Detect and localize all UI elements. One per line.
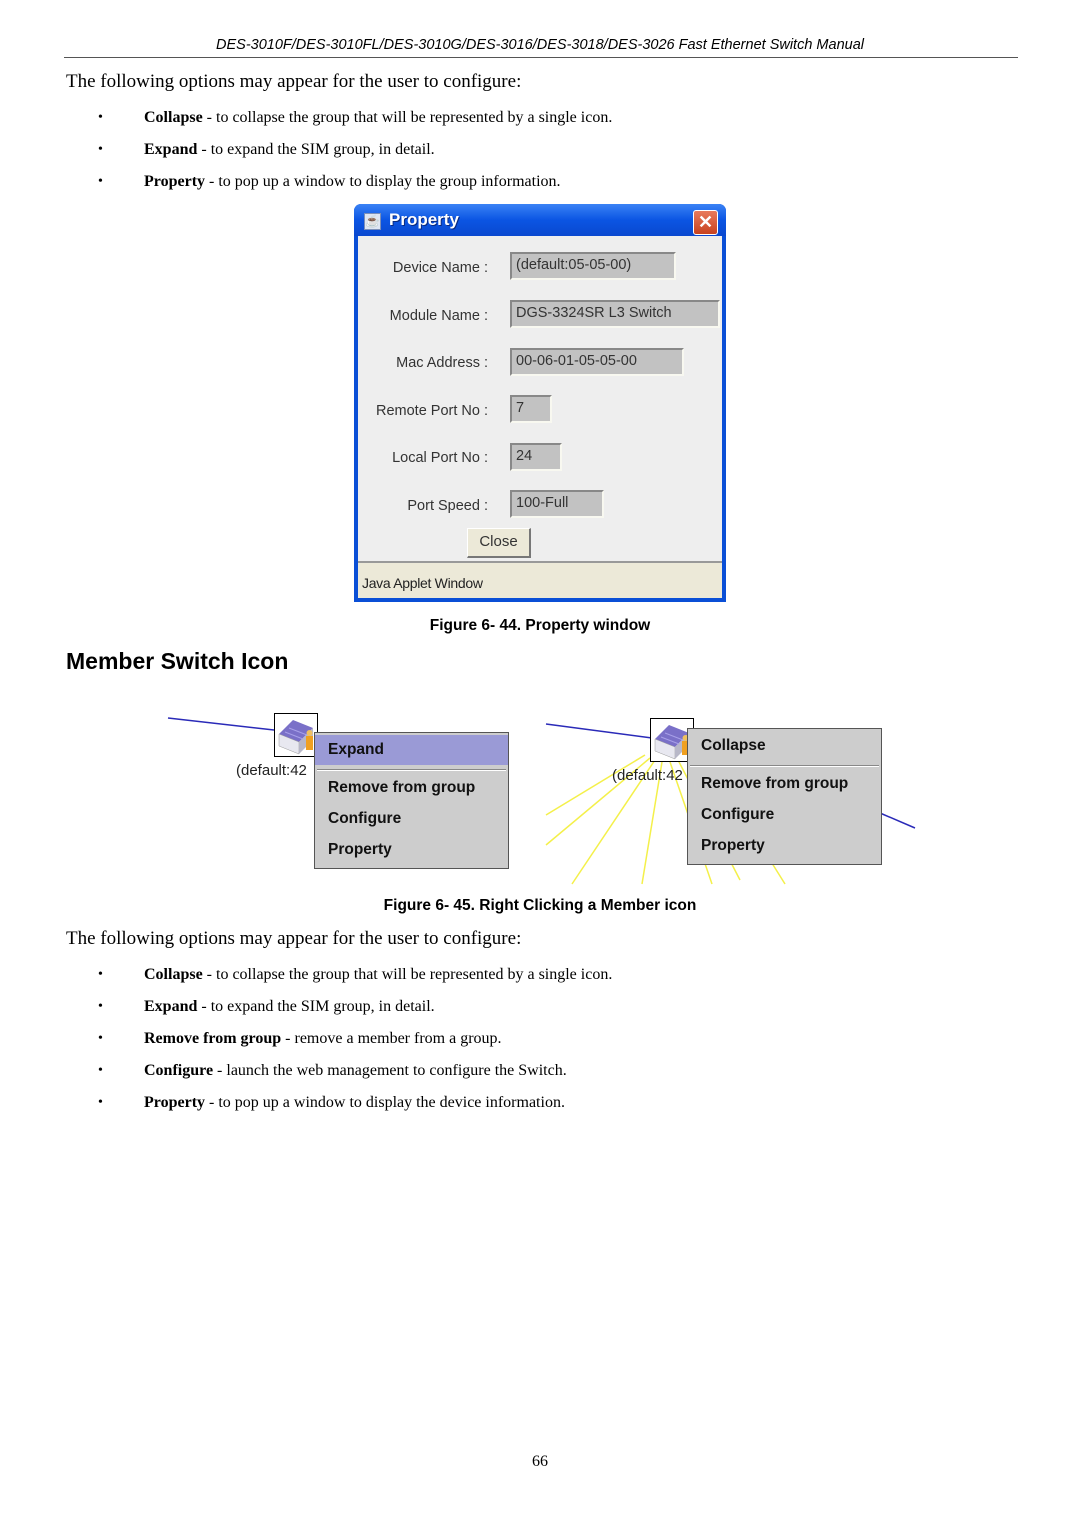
remote-port-label: Remote Port No : — [375, 403, 488, 419]
bullet-icon: • — [98, 174, 103, 189]
menu-item-remove-from-group[interactable]: Remove from group — [315, 773, 508, 803]
java-cup-icon: ☕ — [364, 213, 381, 230]
bullet-term: Property — [144, 173, 206, 190]
bullet-term: Expand — [144, 998, 198, 1015]
menu-item-property[interactable]: Property — [315, 835, 508, 865]
figure-45-caption: Figure 6- 45. Right Clicking a Member ic… — [383, 897, 697, 914]
bullet-term: Collapse — [144, 109, 203, 126]
bullet-icon: • — [98, 999, 103, 1014]
bullet-term: Collapse — [144, 966, 203, 983]
mac-address-label: Mac Address : — [396, 355, 488, 371]
menu-separator — [317, 769, 506, 771]
bullet-term: Expand — [144, 141, 198, 158]
menu-item-property[interactable]: Property — [688, 831, 881, 861]
bullet-desc: - to collapse the group that will be rep… — [202, 109, 613, 126]
bullet-desc: - to pop up a window to display the devi… — [205, 1094, 565, 1111]
menu-item-configure[interactable]: Configure — [688, 800, 881, 830]
link-line — [879, 812, 916, 829]
property-window: ☕ Property ✕ Device Name : (default:05-0… — [354, 204, 726, 602]
bullet-desc: - to pop up a window to display the grou… — [205, 173, 561, 190]
window-close-button[interactable]: ✕ — [693, 210, 718, 235]
bullet-desc: - to collapse the group that will be rep… — [202, 966, 613, 983]
context-menu: Expand Remove from group Configure Prope… — [314, 732, 509, 869]
local-port-label: Local Port No : — [392, 450, 488, 466]
header-divider — [64, 57, 1018, 58]
bullet-desc: - to expand the SIM group, in detail. — [197, 998, 435, 1015]
port-speed-field[interactable]: 100-Full — [510, 490, 604, 518]
bullet-icon: • — [98, 1031, 103, 1046]
module-name-label: Module Name : — [389, 308, 488, 324]
section-title: Member Switch Icon — [66, 648, 289, 674]
bullet-icon: • — [98, 110, 103, 125]
bullet-desc: - launch the web management to configure… — [213, 1062, 567, 1079]
figure-45-right: (default:42 Collapse Remove from group C… — [540, 700, 920, 890]
bullet-icon: • — [98, 142, 103, 157]
applet-status-text: Java Applet Window — [362, 575, 483, 591]
figure-45-left: (default:42 Expand Remove from group Con… — [160, 700, 520, 880]
link-line — [545, 723, 653, 739]
menu-item-collapse[interactable]: Collapse — [688, 731, 881, 761]
bullet-icon: • — [98, 1063, 103, 1078]
bullet-term: Remove from group — [144, 1030, 282, 1047]
bullet-desc: - to expand the SIM group, in detail. — [197, 141, 435, 158]
context-menu: Collapse Remove from group Configure Pro… — [687, 728, 882, 865]
bullet-desc: - remove a member from a group. — [281, 1030, 502, 1047]
window-titlebar[interactable]: ☕ Property ✕ — [354, 204, 726, 236]
port-speed-label: Port Speed : — [407, 498, 488, 514]
close-button[interactable]: Close — [467, 528, 531, 558]
bullet-icon: • — [98, 1095, 103, 1110]
window-title: Property — [389, 210, 459, 229]
link-line — [167, 717, 275, 731]
section1-intro: The following options may appear for the… — [66, 71, 522, 92]
remote-port-field[interactable]: 7 — [510, 395, 552, 423]
bullet-term: Property — [144, 1094, 206, 1111]
local-port-field[interactable]: 24 — [510, 443, 562, 471]
menu-item-remove-from-group[interactable]: Remove from group — [688, 769, 881, 799]
window-body: Device Name : (default:05-05-00) Module … — [358, 236, 722, 561]
manual-header: DES-3010F/DES-3010FL/DES-3010G/DES-3016/… — [216, 37, 864, 53]
applet-status-bar: Java Applet Window — [358, 561, 722, 598]
bullet-icon: • — [98, 967, 103, 982]
section2-intro: The following options may appear for the… — [66, 928, 522, 949]
member-switch-icon[interactable] — [274, 713, 318, 757]
menu-separator — [690, 765, 879, 767]
figure-44-caption: Figure 6- 44. Property window — [429, 617, 651, 634]
menu-item-configure[interactable]: Configure — [315, 804, 508, 834]
mac-address-field[interactable]: 00-06-01-05-05-00 — [510, 348, 684, 376]
page-number: 66 — [532, 1453, 548, 1470]
device-name-field[interactable]: (default:05-05-00) — [510, 252, 676, 280]
device-name-label: Device Name : — [392, 260, 488, 276]
bullet-term: Configure — [144, 1062, 214, 1079]
menu-item-expand[interactable]: Expand — [315, 735, 508, 765]
module-name-field[interactable]: DGS-3324SR L3 Switch — [510, 300, 720, 328]
member-node-label: (default:42 — [236, 762, 307, 779]
member-node-label: (default:42 — [612, 767, 683, 784]
